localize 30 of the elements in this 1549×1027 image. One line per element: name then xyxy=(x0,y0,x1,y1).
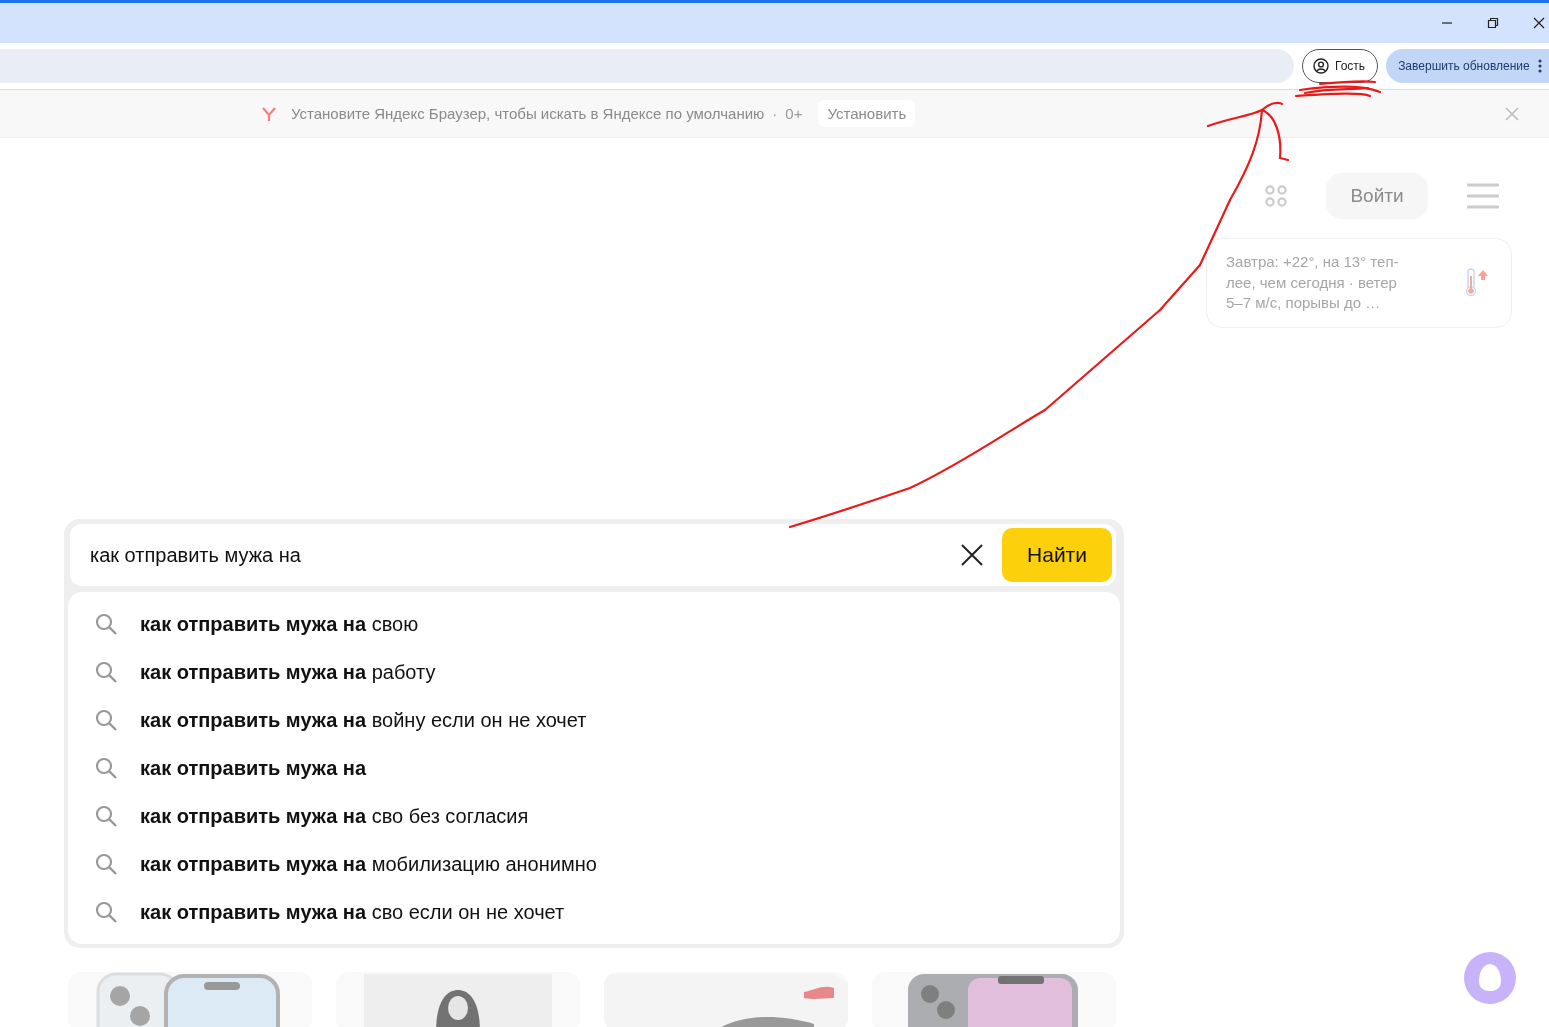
suggestion-item[interactable]: как отправить мужа на мобилизацию анонимно xyxy=(140,852,597,876)
search-icon xyxy=(94,804,118,828)
search-icon xyxy=(94,660,118,684)
search-icon xyxy=(94,708,118,732)
restore-icon[interactable] xyxy=(1487,17,1499,29)
profile-button[interactable]: Гость xyxy=(1302,49,1379,83)
search-icon xyxy=(94,612,118,636)
age-rating: 0+ xyxy=(785,105,803,122)
suggestion-item[interactable]: как отправить мужа на сво если он не хочет xyxy=(140,900,565,924)
clear-icon[interactable] xyxy=(960,543,984,567)
search-field[interactable]: как отправить мужа на Найти xyxy=(70,524,1116,586)
search-icon xyxy=(94,900,118,924)
suggestion-item[interactable]: как отправить мужа на сво без согласия xyxy=(140,804,529,828)
suggestion-item[interactable]: как отправить мужа на войну если он не хочет xyxy=(140,708,587,732)
suggestion-item[interactable]: как отправить мужа на xyxy=(140,756,367,780)
update-button[interactable]: Завершить обновление xyxy=(1386,49,1549,83)
install-button[interactable]: Установить xyxy=(818,100,916,127)
search-icon xyxy=(94,852,118,876)
banner-message: Установите Яндекс Браузер, чтобы искать в Яндексе по умолчанию xyxy=(291,105,765,122)
search-icon xyxy=(94,756,118,780)
logo-icon xyxy=(261,105,277,122)
suggestion-item[interactable]: как отправить мужа на работу xyxy=(140,660,436,684)
weather-forecast: Завтра: +22°, на 13° теп- лее, чем сегодня · ветер 5–7 м/с, порывы до … xyxy=(1226,252,1399,314)
suggestion-item[interactable]: как отправить мужа на свою xyxy=(140,612,419,636)
separator-dot: · xyxy=(772,105,778,122)
more-icon[interactable] xyxy=(1537,58,1542,74)
close-icon[interactable] xyxy=(1533,17,1545,29)
user-icon xyxy=(1313,58,1329,74)
thermometer-icon xyxy=(1465,268,1491,298)
search-button[interactable]: Найти xyxy=(1002,528,1112,582)
